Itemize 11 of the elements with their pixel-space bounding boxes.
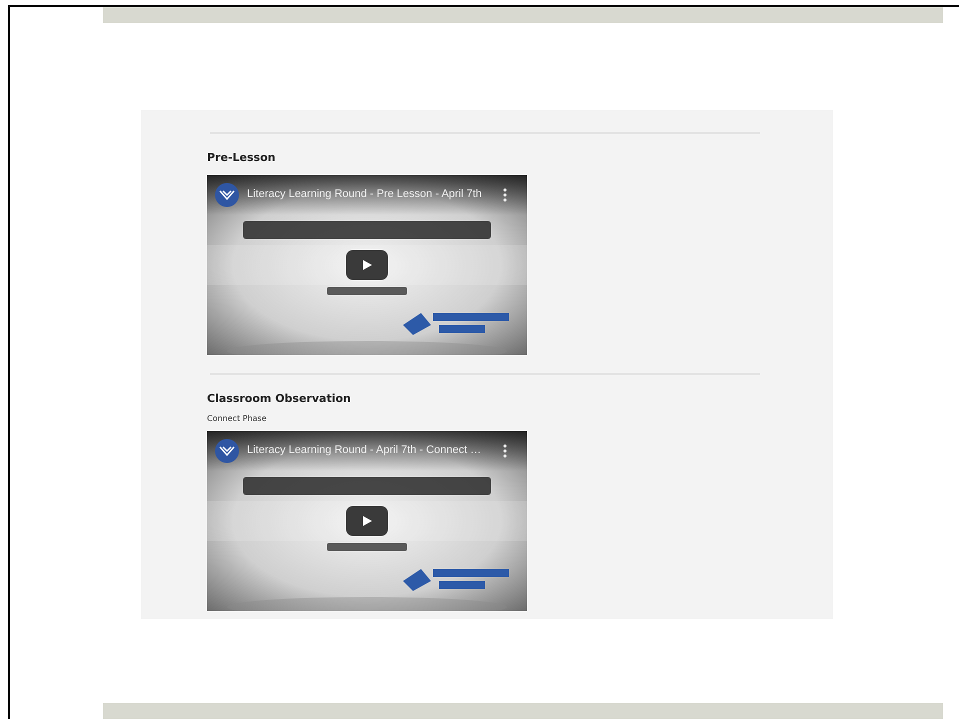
play-icon [361,259,373,271]
more-icon[interactable] [503,444,507,458]
play-button[interactable] [346,250,388,280]
play-icon [361,515,373,527]
play-button[interactable] [346,506,388,536]
channel-avatar-icon[interactable] [215,183,239,207]
channel-avatar-icon[interactable] [215,439,239,463]
video-caption: Connect Phase [207,414,268,423]
section-heading: Classroom Observation [207,392,352,405]
section-heading: Pre-Lesson [207,151,276,164]
more-icon[interactable] [503,188,507,202]
